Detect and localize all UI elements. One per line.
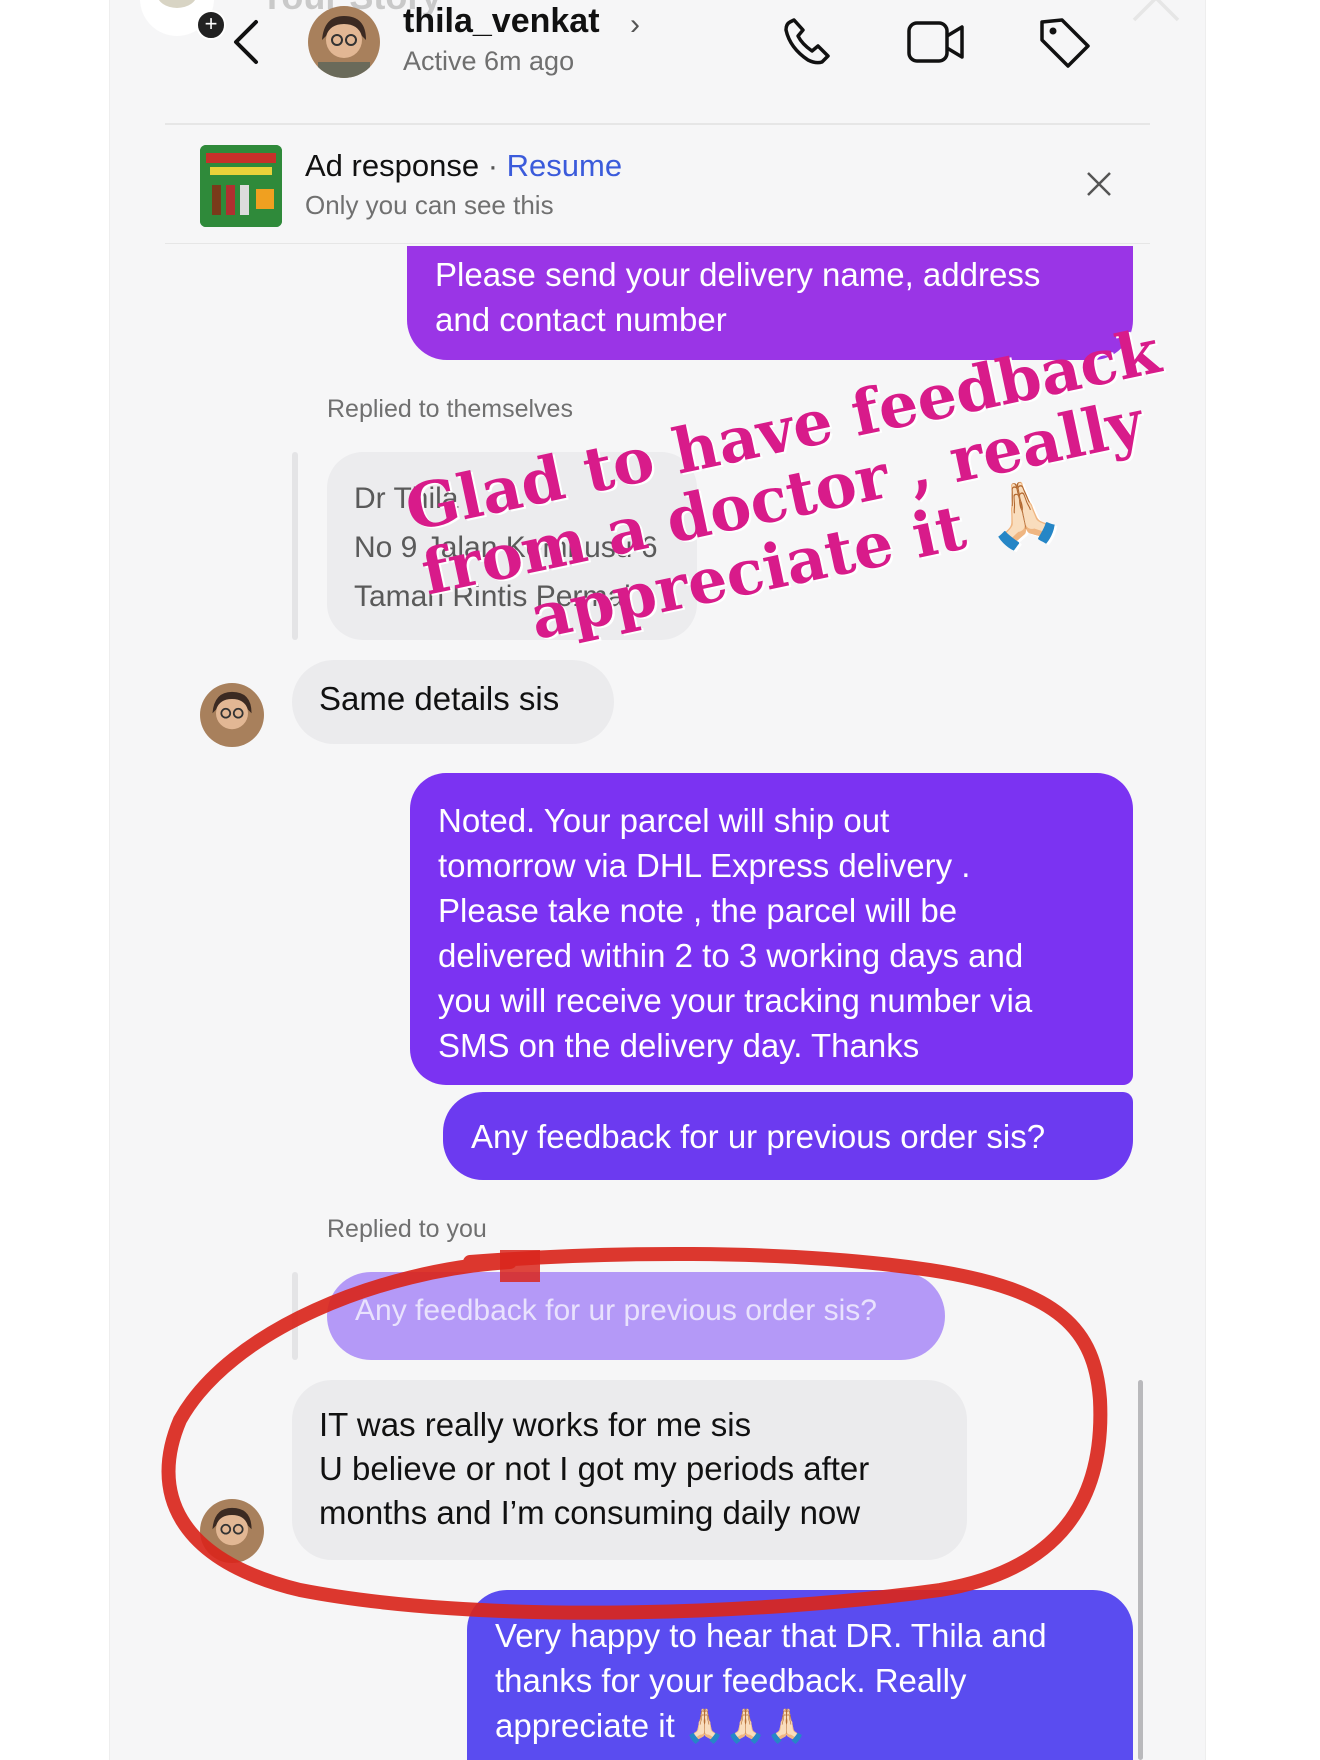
- video-icon[interactable]: [906, 18, 966, 71]
- message-text: Please send your delivery name, address: [435, 256, 1041, 293]
- scrollbar[interactable]: [1138, 1380, 1143, 1760]
- ad-title: Ad response · Resume: [305, 148, 622, 184]
- ad-response-label: Ad response: [305, 148, 480, 183]
- add-story-icon[interactable]: +: [196, 10, 226, 40]
- message-outgoing[interactable]: Noted. Your parcel will ship out tomorro…: [410, 773, 1133, 1085]
- message-text: months and I’m consuming daily now: [319, 1494, 861, 1531]
- resume-link[interactable]: Resume: [507, 148, 622, 183]
- message-outgoing[interactable]: Very happy to hear that DR. Thila and th…: [467, 1590, 1133, 1760]
- message-incoming[interactable]: IT was really works for me sis U believe…: [292, 1380, 967, 1560]
- message-text: and contact number: [435, 301, 727, 338]
- message-text: appreciate it 🙏🏻🙏🏻🙏🏻: [495, 1707, 808, 1744]
- message-outgoing[interactable]: Any feedback for ur previous order sis?: [443, 1092, 1133, 1180]
- active-status: Active 6m ago: [403, 46, 575, 76]
- message-text: Noted. Your parcel will ship out: [438, 802, 890, 839]
- quote-bar: [292, 452, 298, 640]
- message-text: thanks for your feedback. Really: [495, 1662, 967, 1699]
- message-text: delivered within 2 to 3 working days and: [438, 937, 1024, 974]
- chevron-right-icon[interactable]: ›: [630, 8, 640, 42]
- close-icon[interactable]: [1128, 0, 1184, 31]
- tag-icon[interactable]: [1036, 14, 1092, 75]
- story-screenshot: + Your Story thila_venkat › Active 6m ag…: [0, 0, 1320, 1760]
- reply-label: Replied to themselves: [327, 395, 573, 423]
- message-incoming[interactable]: Same details sis: [292, 660, 614, 744]
- avatar[interactable]: [200, 1499, 264, 1563]
- message-text: U believe or not I got my periods after: [319, 1450, 870, 1487]
- ad-thumbnail[interactable]: [200, 145, 282, 227]
- message-text: tomorrow via DHL Express delivery .: [438, 847, 971, 884]
- divider: [165, 243, 1150, 244]
- message-text: SMS on the delivery day. Thanks: [438, 1027, 920, 1064]
- separator-dot: ·: [487, 148, 499, 183]
- avatar[interactable]: [308, 6, 380, 78]
- message-text: Very happy to hear that DR. Thila and: [495, 1617, 1047, 1654]
- divider: [165, 123, 1150, 125]
- ad-subtitle: Only you can see this: [305, 190, 554, 220]
- username[interactable]: thila_venkat: [403, 2, 600, 41]
- back-icon[interactable]: [228, 18, 262, 71]
- avatar[interactable]: [200, 683, 264, 747]
- message-text: you will receive your tracking number vi…: [438, 982, 1033, 1019]
- quote-bar: [292, 1272, 298, 1360]
- message-text: Please take note , the parcel will be: [438, 892, 958, 929]
- dismiss-ad-icon[interactable]: [1085, 170, 1113, 203]
- message-text: IT was really works for me sis: [319, 1406, 752, 1443]
- reply-label: Replied to you: [327, 1215, 487, 1243]
- phone-icon[interactable]: [780, 16, 836, 73]
- quoted-message[interactable]: Any feedback for ur previous order sis?: [327, 1272, 945, 1360]
